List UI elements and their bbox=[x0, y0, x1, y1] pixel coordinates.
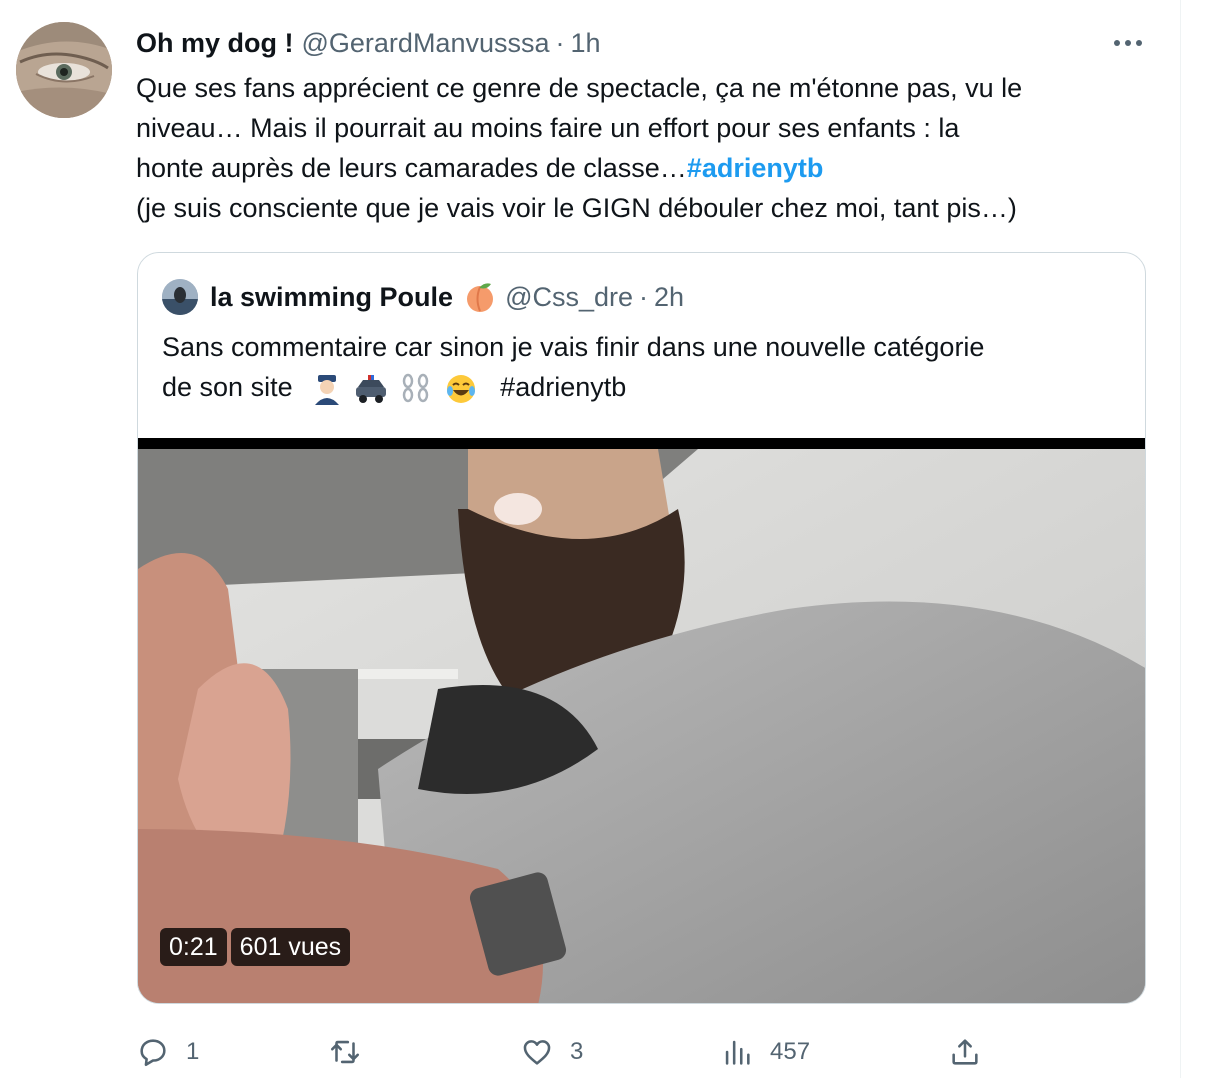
video-duration: 0:21 bbox=[160, 928, 227, 966]
video-view-count: 601 vues bbox=[230, 928, 351, 966]
quoted-author-name: la swimming Poule bbox=[210, 281, 454, 312]
like-count: 3 bbox=[570, 1038, 584, 1065]
police-car-icon bbox=[355, 374, 386, 403]
quoted-text-line: de son site #adrienytb bbox=[162, 367, 1122, 407]
separator-dot: · bbox=[639, 281, 649, 312]
more-dots-icon bbox=[1114, 40, 1142, 46]
tweet-text: Que ses fans apprécient ce genre de spec… bbox=[136, 68, 1156, 228]
tweet-time[interactable]: 1h bbox=[571, 28, 601, 59]
tweet-header: Oh my dog ! @GerardManvusssa · 1h bbox=[136, 26, 601, 60]
tweet-text-line: Que ses fans apprécient ce genre de spec… bbox=[136, 73, 1023, 103]
quoted-tweet-text: Sans commentaire car sinon je vais finir… bbox=[162, 327, 1122, 407]
reply-icon bbox=[140, 1039, 166, 1067]
like-button[interactable]: 3 bbox=[520, 1032, 583, 1072]
tweet-text-line: honte auprès de leurs camarades de class… bbox=[136, 148, 1156, 188]
tweet-text-line: (je suis consciente que je vais voir le … bbox=[136, 193, 1017, 223]
quoted-author-handle: @Css_dre bbox=[505, 281, 634, 312]
quoted-tweet-header: la swimming Poule @Css_dre · 2h bbox=[162, 279, 684, 315]
author-avatar[interactable] bbox=[16, 22, 112, 118]
quoted-text-segment: de son site bbox=[162, 372, 293, 402]
quoted-tweet-time: 2h bbox=[654, 281, 685, 312]
tweet-actions-bar: 1 3 457 bbox=[136, 1032, 1036, 1072]
author-name[interactable]: Oh my dog ! bbox=[136, 28, 294, 59]
peach-icon bbox=[467, 283, 494, 312]
like-icon bbox=[523, 1040, 551, 1065]
tweet-text-line: niveau… Mais il pourrait au moins faire … bbox=[136, 113, 960, 143]
quoted-author-avatar bbox=[162, 279, 198, 315]
separator-dot: · bbox=[555, 27, 565, 58]
view-count: 457 bbox=[770, 1038, 811, 1065]
swimmer-avatar-icon bbox=[162, 279, 198, 315]
chains-icon bbox=[402, 373, 429, 403]
video-overlay-badges: 0:21 601 vues bbox=[160, 928, 351, 966]
share-icon bbox=[952, 1039, 978, 1065]
video-player[interactable]: 0:21 601 vues bbox=[138, 438, 1145, 1003]
timeline-divider bbox=[1180, 0, 1181, 1078]
share-button[interactable] bbox=[948, 1032, 982, 1072]
reply-count: 1 bbox=[186, 1038, 200, 1065]
author-handle[interactable]: @GerardManvusssa bbox=[302, 28, 550, 59]
tweet-text-segment: honte auprès de leurs camarades de class… bbox=[136, 153, 687, 183]
video-thumbnail bbox=[138, 449, 1145, 1003]
views-button[interactable]: 457 bbox=[720, 1032, 810, 1072]
video-still-image bbox=[138, 449, 1145, 1003]
retweet-icon bbox=[330, 1040, 360, 1064]
quoted-tweet-card[interactable]: la swimming Poule @Css_dre · 2h Sans com… bbox=[137, 252, 1146, 1004]
more-options-button[interactable] bbox=[1108, 26, 1148, 60]
quoted-text-line: Sans commentaire car sinon je vais finir… bbox=[162, 332, 985, 362]
laughing-tears-icon bbox=[446, 374, 475, 403]
hashtag-link[interactable]: #adrienytb bbox=[687, 153, 824, 183]
quoted-hashtag[interactable]: #adrienytb bbox=[500, 372, 626, 402]
police-officer-icon bbox=[315, 374, 340, 405]
eye-closeup-avatar bbox=[16, 22, 112, 118]
retweet-button[interactable] bbox=[328, 1032, 378, 1072]
reply-button[interactable]: 1 bbox=[136, 1032, 199, 1072]
views-icon bbox=[725, 1040, 750, 1065]
